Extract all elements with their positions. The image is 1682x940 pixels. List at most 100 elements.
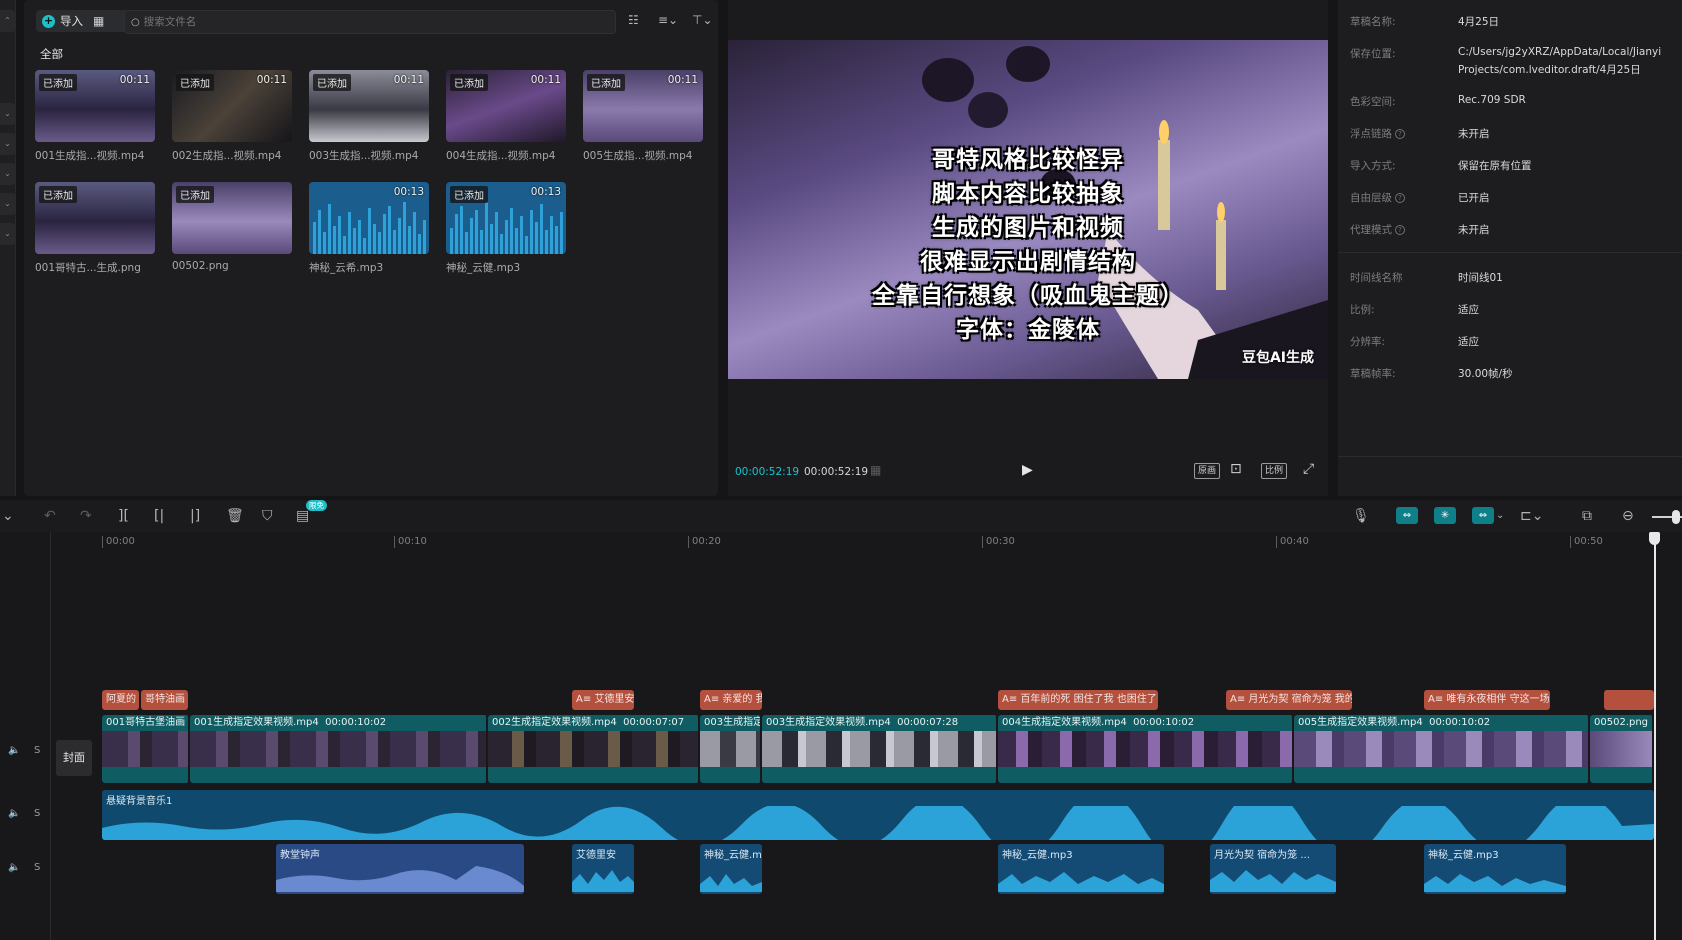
tab-all[interactable]: 全部: [40, 46, 63, 62]
timecode-grid-icon[interactable]: ▦: [870, 463, 881, 477]
chevron-down-icon[interactable]: ⌄: [1496, 510, 1504, 521]
play-button[interactable]: ▶: [1022, 462, 1033, 478]
media-card[interactable]: 已添加 001哥特古...生成.png: [35, 182, 155, 275]
video-clip[interactable]: 005生成指定效果视频.mp4 00:00:10:02: [1294, 715, 1590, 783]
preview-axis-icon[interactable]: ⧉: [1582, 508, 1592, 524]
split-left-icon[interactable]: [|: [154, 508, 164, 524]
waveform: [572, 870, 634, 892]
speaker-icon[interactable]: 🔈: [8, 808, 20, 819]
video-thumbnail: 已添加 00:11: [583, 70, 703, 142]
media-card[interactable]: 已添加 00:11 002生成指...视频.mp4: [172, 70, 292, 163]
solo-toggle[interactable]: S: [34, 862, 40, 873]
clip-label: 003生成指定: [704, 717, 760, 728]
original-quality-button[interactable]: 原画: [1194, 463, 1221, 479]
magnet-icon[interactable]: ✳: [1434, 507, 1456, 524]
playhead[interactable]: [1654, 532, 1656, 940]
search-field[interactable]: ○: [124, 10, 616, 34]
video-clip[interactable]: 003生成指定: [700, 715, 762, 783]
video-clip[interactable]: 001哥特古堡油画: [102, 715, 190, 783]
speaker-icon[interactable]: 🔈: [8, 862, 20, 873]
collapse-icon[interactable]: ⌃: [0, 10, 15, 32]
fullscreen-icon[interactable]: ⤢: [1303, 461, 1314, 477]
search-input[interactable]: [143, 16, 584, 28]
grid-icon[interactable]: ▦: [93, 14, 104, 28]
video-clip[interactable]: 004生成指定效果视频.mp4 00:00:10:02: [998, 715, 1294, 783]
media-card[interactable]: 已添加 00:13 神秘_云健.mp3: [446, 182, 566, 275]
audio-clip[interactable]: 月光为契 宿命为笼 ...: [1210, 844, 1336, 894]
media-card[interactable]: 已添加 00:11 004生成指...视频.mp4: [446, 70, 566, 163]
split-right-icon[interactable]: |]: [190, 508, 200, 524]
subtitle-line: 字体：金陵体: [956, 317, 1100, 343]
subtitle-edit-icon[interactable]: ▤: [296, 508, 309, 524]
media-card[interactable]: 00:13 神秘_云希.mp3: [309, 182, 429, 275]
waveform: [102, 806, 1654, 840]
link-snap-icon[interactable]: ⇔: [1396, 507, 1418, 524]
video-thumbnail: 已添加 00:11: [172, 70, 292, 142]
text-clip[interactable]: A≡ 百年前的死 困住了我 也困住了: [998, 690, 1158, 710]
text-clip[interactable]: A≡ 月光为契 宿命为笼 我的: [1226, 690, 1352, 710]
text-clip[interactable]: A≡ 艾德里安: [572, 690, 634, 710]
text-clip[interactable]: 阿夏的: [102, 690, 139, 710]
import-button[interactable]: + 导入 ▦: [36, 10, 128, 32]
chevron-down-icon[interactable]: ⌄: [2, 508, 14, 524]
media-card[interactable]: 已添加 00:11 005生成指...视频.mp4: [583, 70, 703, 163]
delete-icon[interactable]: 🗑: [226, 508, 244, 524]
chevron-down-icon[interactable]: ⌄: [0, 133, 15, 155]
undo-icon[interactable]: ↶: [44, 508, 56, 524]
plus-icon: +: [42, 13, 55, 28]
clip-thumbnails: [700, 731, 760, 767]
chevron-down-icon[interactable]: ⌄: [0, 193, 15, 215]
media-card[interactable]: 已添加 00:11 003生成指...视频.mp4: [309, 70, 429, 163]
waveform: [998, 872, 1164, 892]
speaker-icon[interactable]: 🔈: [8, 745, 20, 756]
audio-clip[interactable]: 教堂钟声: [276, 844, 524, 894]
linkage-icon[interactable]: ⇔: [1472, 507, 1494, 524]
video-clip[interactable]: 001生成指定效果视频.mp4 00:00:10:02: [190, 715, 488, 783]
sort-icon[interactable]: ≡⌄: [658, 13, 678, 27]
file-name: 003生成指...视频.mp4: [309, 150, 419, 162]
ruler-tick: 00:50: [1570, 536, 1603, 548]
align-icon[interactable]: ⊏⌄: [1520, 508, 1543, 524]
time-ruler[interactable]: 00:00 00:10 00:20 00:30 00:40 00:50: [100, 532, 1682, 554]
text-clip[interactable]: A≡ 亲爱的 我: [700, 690, 762, 710]
chevron-down-icon[interactable]: ⌄: [0, 103, 15, 125]
view-mode-icon[interactable]: ☷: [628, 13, 639, 27]
duration: 00:11: [667, 74, 698, 86]
solo-toggle[interactable]: S: [34, 745, 40, 756]
video-clip[interactable]: 003生成指定效果视频.mp4 00:00:07:28: [762, 715, 998, 783]
chevron-down-icon[interactable]: ⌄: [0, 223, 15, 245]
playhead-handle[interactable]: [1649, 532, 1660, 545]
media-card[interactable]: 已添加 00502.png: [172, 182, 292, 272]
shield-icon[interactable]: ⛉: [262, 508, 273, 524]
media-card[interactable]: 已添加 00:11 001生成指...视频.mp4: [35, 70, 155, 163]
filter-icon[interactable]: ⊤⌄: [692, 13, 713, 27]
audio-clip[interactable]: 神秘_云健.mp3: [1424, 844, 1566, 894]
redo-icon[interactable]: ↷: [80, 508, 92, 524]
microphone-icon[interactable]: 🎙: [1352, 508, 1370, 524]
text-clip[interactable]: 哥特油画: [141, 690, 188, 710]
waveform: [276, 866, 524, 892]
clip-label: 005生成指定效果视频.mp4 00:00:10:02: [1298, 717, 1491, 728]
video-clip[interactable]: 00502.png: [1590, 715, 1654, 783]
zoom-slider-handle[interactable]: [1672, 510, 1680, 524]
zoom-out-icon[interactable]: ⊖: [1622, 508, 1634, 524]
clip-label: 002生成指定效果视频.mp4 00:00:07:07: [492, 717, 685, 728]
waveform: [1210, 870, 1336, 892]
track-header-divider: [50, 532, 51, 940]
cover-button[interactable]: 封面: [56, 740, 92, 776]
text-clip[interactable]: A≡ 唯有永夜相伴 守这一场: [1424, 690, 1550, 710]
audio-clip[interactable]: 艾德里安: [572, 844, 634, 894]
ratio-button[interactable]: 比例: [1261, 463, 1288, 479]
text-clip[interactable]: [1604, 690, 1654, 710]
split-icon[interactable]: ][: [118, 508, 129, 524]
help-icon: ?: [1395, 193, 1405, 203]
audio-clip[interactable]: 神秘_云健.mp: [700, 844, 762, 894]
zoom-fit-icon[interactable]: ⊡: [1230, 461, 1242, 477]
solo-toggle[interactable]: S: [34, 808, 40, 819]
audio-clip[interactable]: 神秘_云健.mp3: [998, 844, 1164, 894]
video-canvas[interactable]: 哥特风格比较怪异 脚本内容比较抽象 生成的图片和视频 很难显示出剧情结构 全靠自…: [728, 40, 1328, 379]
chevron-down-icon[interactable]: ⌄: [0, 163, 15, 185]
bgm-clip[interactable]: 悬疑背景音乐1: [102, 790, 1654, 840]
video-clip[interactable]: 002生成指定效果视频.mp4 00:00:07:07: [488, 715, 700, 783]
file-name: 神秘_云健.mp3: [446, 262, 521, 274]
